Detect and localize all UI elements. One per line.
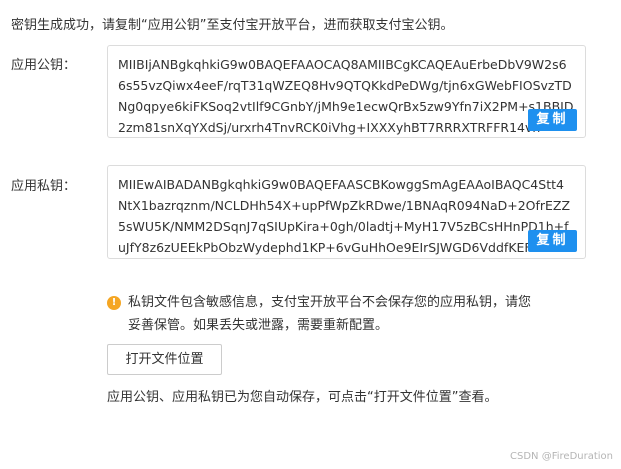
private-key-line: uJfY8z6zUEEkPbObzWydephd1KP+6vGuHhOe9EIr… [118, 240, 532, 255]
success-message: 密钥生成成功，请复制“应用公钥”至支付宝开放平台，进而获取支付宝公钥。 [11, 18, 454, 33]
private-key-line: MIIEwAIBADANBgkqhkiG9w0BAQEFAASCBKowggSm… [118, 177, 564, 192]
warning-line: 妥善保管。如果丢失或泄露，需要重新配置。 [128, 318, 389, 333]
public-key-line: 2zm81snXqYXdSj/urxrh4TnvRCK0iVhg+IXXXyhB… [118, 120, 541, 135]
open-file-location-button[interactable]: 打开文件位置 [107, 344, 222, 375]
key-generation-result-page: 密钥生成成功，请复制“应用公钥”至支付宝开放平台，进而获取支付宝公钥。 应用公钥… [0, 0, 621, 469]
auto-save-note: 应用公钥、应用私钥已为您自动保存，可点击“打开文件位置”查看。 [107, 390, 498, 405]
public-key-textbox[interactable]: MIIBIjANBgkqhkiG9w0BAQEFAAOCAQ8AMIIBCgKC… [107, 45, 586, 138]
public-key-line: Ng0qpye6kiFKSoq2vtIlf9CGnbY/jMh9e1ecwQrB… [118, 99, 574, 114]
private-key-textbox[interactable]: MIIEwAIBADANBgkqhkiG9w0BAQEFAASCBKowggSm… [107, 165, 586, 259]
private-key-label: 应用私钥： [11, 179, 77, 194]
private-key-line: NtX1bazrqznm/NCLDHh54X+upPfWpZkRDwe/1BNA… [118, 198, 571, 213]
warning-icon: ! [107, 296, 121, 310]
watermark: CSDN @FireDuration [510, 451, 613, 462]
copy-private-key-button[interactable]: 复制 [528, 230, 577, 252]
copy-public-key-button[interactable]: 复制 [528, 109, 577, 131]
private-key-line: 5sWU5K/NMM2DSqnJ7qSIUpKira+0gh/0ladtj+My… [118, 219, 569, 234]
private-key-text[interactable]: MIIEwAIBADANBgkqhkiG9w0BAQEFAASCBKowggSm… [118, 174, 585, 258]
public-key-line: 6s55vzQiwx4eeF/rqT31qWZEQ8Hv9QTQKkdPeDWg… [118, 78, 572, 93]
public-key-line: MIIBIjANBgkqhkiG9w0BAQEFAAOCAQ8AMIIBCgKC… [118, 57, 567, 72]
public-key-label: 应用公钥： [11, 58, 77, 73]
private-key-warning: 私钥文件包含敏感信息，支付宝开放平台不会保存您的应用私钥，请您 妥善保管。如果丢… [128, 291, 578, 337]
public-key-text[interactable]: MIIBIjANBgkqhkiG9w0BAQEFAAOCAQ8AMIIBCgKC… [118, 54, 585, 137]
warning-line: 私钥文件包含敏感信息，支付宝开放平台不会保存您的应用私钥，请您 [128, 295, 532, 310]
